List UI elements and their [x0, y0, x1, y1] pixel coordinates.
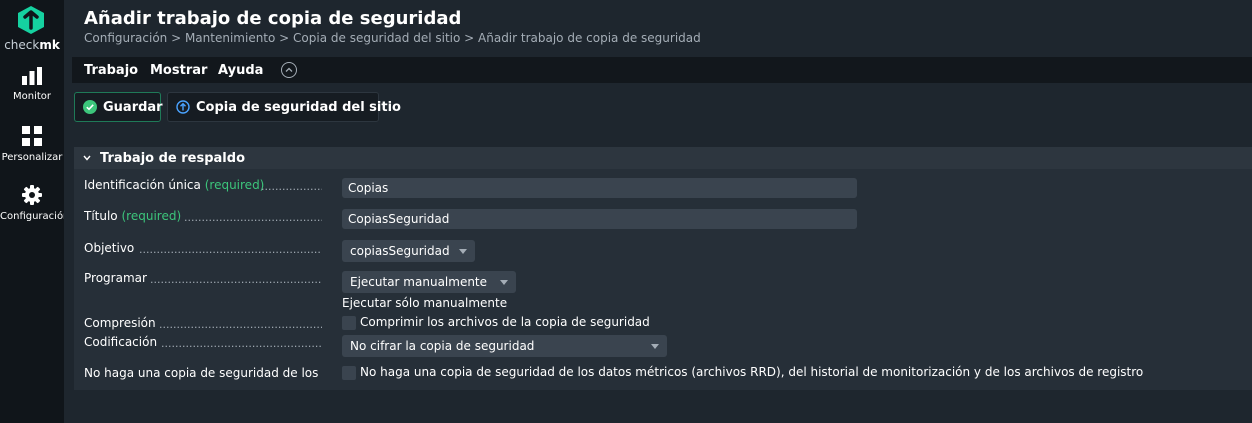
section-title: Trabajo de respaldo	[100, 151, 245, 166]
gear-icon	[22, 185, 42, 205]
sidebar-item-personalizar[interactable]: Personalizar	[0, 126, 64, 163]
dots-leader: ........................................…	[150, 273, 322, 286]
dropdown-arrow-icon	[500, 280, 508, 285]
backup-job-section: Trabajo de respaldo Identificación única…	[74, 147, 1252, 390]
dots-leader: ........................................…	[159, 318, 322, 331]
menu-mostrar[interactable]: Mostrar	[150, 63, 207, 78]
field-label-encryption: Codificación	[84, 335, 158, 349]
field-label-compression: Compresión	[84, 316, 156, 330]
menu-bar: Trabajo Mostrar Ayuda	[72, 57, 1252, 83]
compression-checkbox-label[interactable]: Comprimir los archivos de la copia de se…	[360, 315, 650, 329]
sidebar-item-configuracion[interactable]: Configuración	[0, 185, 70, 222]
main-content: Añadir trabajo de copia de seguridad Con…	[64, 0, 1252, 423]
checkmk-logo-icon[interactable]	[16, 5, 46, 35]
bar-chart-icon	[22, 67, 42, 85]
sidebar-item-label: Configuración	[0, 211, 70, 222]
sidebar-item-label: Monitor	[12, 91, 51, 102]
schedule-select[interactable]: Ejecutar manualmente	[342, 271, 516, 293]
check-circle-icon	[83, 100, 97, 114]
field-label-no-history: No haga una copia de seguridad de los d	[84, 366, 322, 380]
dots-leader: .....................................	[261, 180, 322, 193]
id-input[interactable]: Copias	[342, 178, 857, 198]
encryption-select[interactable]: No cifrar la copia de seguridad	[342, 335, 667, 357]
section-header[interactable]: Trabajo de respaldo	[74, 147, 1252, 169]
logo-text: checkmk	[4, 38, 60, 52]
upload-circle-icon	[176, 100, 190, 114]
target-select[interactable]: copiasSeguridad	[342, 240, 475, 262]
dropdown-arrow-icon	[459, 249, 467, 254]
dots-leader: ........................................…	[161, 337, 322, 350]
menu-ayuda[interactable]: Ayuda	[218, 63, 263, 78]
sidebar: checkmk Monitor Personalizar Configuraci…	[0, 0, 70, 423]
chevron-down-icon	[83, 155, 91, 161]
save-button-label: Guardar	[103, 99, 163, 115]
site-backup-button-label: Copia de seguridad del sitio	[196, 99, 401, 115]
no-history-checkbox-label[interactable]: No haga una copia de seguridad de los da…	[360, 365, 1143, 379]
dots-leader: ........................................…	[139, 243, 322, 256]
site-backup-button[interactable]: Copia de seguridad del sitio	[167, 92, 401, 122]
no-history-checkbox[interactable]	[342, 366, 356, 380]
grid-icon	[22, 126, 42, 146]
field-label-target: Objetivo	[84, 241, 135, 255]
sidebar-item-label: Personalizar	[1, 152, 63, 163]
title-input[interactable]: CopiasSeguridad	[342, 209, 857, 229]
field-label-schedule: Programar	[84, 271, 147, 285]
compression-checkbox[interactable]	[342, 316, 356, 330]
menu-trabajo[interactable]: Trabajo	[84, 63, 138, 78]
dots-leader: ........................................…	[184, 211, 322, 224]
page-title: Añadir trabajo de copia de seguridad	[84, 8, 462, 29]
schedule-note: Ejecutar sólo manualmente	[342, 296, 508, 310]
breadcrumb[interactable]: Configuración > Mantenimiento > Copia de…	[84, 31, 701, 45]
save-button[interactable]: Guardar	[74, 92, 163, 122]
chevron-up-icon	[285, 67, 293, 72]
dropdown-arrow-icon	[651, 344, 659, 349]
sidebar-item-monitor[interactable]: Monitor	[0, 67, 64, 102]
collapse-menu-button[interactable]	[281, 62, 297, 78]
